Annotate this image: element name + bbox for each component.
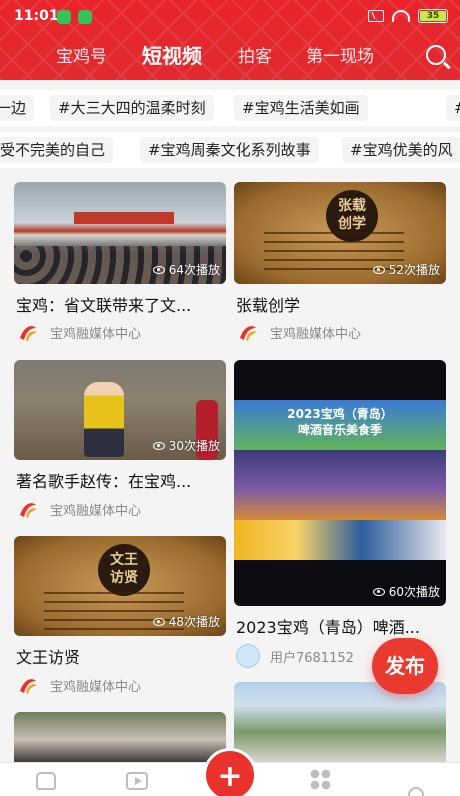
hashtag-chip[interactable]: 一边 [0, 95, 35, 121]
author-name: 宝鸡融媒体中心 [50, 326, 142, 342]
baoji-media-logo-icon [20, 503, 37, 518]
video-author[interactable]: 宝鸡融媒体中心 [16, 320, 141, 344]
thumbnail-stamp: 文王 访贤 [98, 544, 150, 596]
video-title[interactable]: 张载创学 [236, 292, 442, 316]
video-title[interactable]: 著名歌手赵传：在宝鸡... [16, 468, 222, 492]
hashtag-chip[interactable]: #大三大四的温柔时刻 [50, 95, 214, 121]
video-author[interactable]: 宝鸡融媒体中心 [236, 320, 361, 344]
battery-icon: 35 [418, 9, 448, 23]
author-name: 宝鸡融媒体中心 [50, 503, 142, 519]
play-count: 52次播放 [372, 261, 440, 278]
baoji-media-logo-icon [20, 679, 37, 694]
profile-icon[interactable] [404, 787, 424, 796]
play-count: 60次播放 [372, 583, 440, 600]
eye-icon [152, 265, 165, 274]
baoji-media-logo-icon [240, 326, 257, 341]
author-name: 宝鸡融媒体中心 [270, 326, 362, 342]
hashtag-chip[interactable]: 受不完美的自己 [0, 137, 114, 163]
publish-button[interactable]: 发布 [372, 638, 438, 694]
video-thumbnail[interactable]: 2023宝鸡（青岛） 啤酒音乐美食季 60次播放 [234, 360, 446, 606]
video-thumbnail[interactable]: 张载 创学 52次播放 [234, 182, 446, 284]
hashtag-row: 受不完美的自己 #宝鸡周秦文化系列故事 #宝鸡优美的风 [0, 132, 460, 168]
baoji-media-logo-icon [20, 326, 37, 341]
play-count: 48次播放 [152, 613, 220, 630]
video-card[interactable] [234, 682, 446, 762]
video-card[interactable]: 2023宝鸡（青岛） 啤酒音乐美食季 60次播放 2023宝鸡（青岛）啤酒... … [234, 360, 446, 670]
video-card[interactable] [14, 712, 226, 762]
hashtag-chip[interactable]: #宝鸡周秦文化系列故事 [140, 137, 319, 163]
video-title[interactable]: 宝鸡：省文联带来了文... [16, 292, 222, 316]
video-thumbnail[interactable]: 文王 访贤 48次播放 [14, 536, 226, 636]
play-count: 64次播放 [152, 261, 220, 278]
battery-level: 35 [420, 11, 446, 21]
search-icon[interactable] [426, 45, 446, 65]
app-header: 11:01 35 宝鸡号 短视频 拍客 第一现场 [0, 0, 460, 80]
user-avatar-icon [236, 644, 260, 668]
tab-baoji-hao[interactable]: 宝鸡号 [56, 42, 107, 67]
video-icon[interactable] [126, 772, 148, 790]
home-icon[interactable] [36, 772, 56, 790]
video-author[interactable]: 用户7681152 [236, 644, 354, 668]
notification-app-icon [57, 10, 71, 24]
eye-icon [372, 265, 385, 274]
status-time: 11:01 [14, 8, 59, 24]
eye-icon [152, 617, 165, 626]
notification-app-icon [78, 10, 92, 24]
video-thumbnail[interactable]: 30次播放 [14, 360, 226, 460]
services-icon[interactable] [310, 769, 332, 791]
tab-first-scene[interactable]: 第一现场 [306, 42, 374, 67]
video-author[interactable]: 宝鸡融媒体中心 [16, 673, 141, 697]
wifi-icon [392, 10, 410, 22]
hashtag-row: 一边 #大三大四的温柔时刻 #宝鸡生活美如画 # [0, 90, 460, 126]
video-title[interactable]: 文王访贤 [16, 644, 222, 668]
tab-short-video[interactable]: 短视频 [142, 40, 202, 69]
sim-icon [368, 10, 384, 22]
video-card[interactable]: 文王 访贤 48次播放 文王访贤 宝鸡融媒体中心 [14, 536, 226, 702]
status-bar: 11:01 35 [0, 0, 460, 34]
thumbnail-singer [84, 382, 124, 457]
video-thumbnail[interactable]: 64次播放 [14, 182, 226, 284]
video-card[interactable]: 张载 创学 52次播放 张载创学 宝鸡融媒体中心 [234, 182, 446, 350]
add-button[interactable]: + [203, 748, 257, 796]
thumbnail-banner [74, 212, 174, 224]
video-card[interactable]: 64次播放 宝鸡：省文联带来了文... 宝鸡融媒体中心 [14, 182, 226, 350]
tab-reporter[interactable]: 拍客 [238, 42, 272, 67]
eye-icon [372, 587, 385, 596]
eye-icon [152, 441, 165, 450]
poster-beer [234, 520, 446, 560]
hashtag-chip[interactable]: # [446, 95, 460, 121]
poster-court [234, 450, 446, 520]
video-card[interactable]: 30次播放 著名歌手赵传：在宝鸡... 宝鸡融媒体中心 [14, 360, 226, 526]
author-name: 用户7681152 [270, 650, 354, 666]
top-tabs: 宝鸡号 短视频 拍客 第一现场 [0, 42, 460, 74]
author-name: 宝鸡融媒体中心 [50, 679, 142, 695]
poster-title: 2023宝鸡（青岛） 啤酒音乐美食季 [287, 407, 393, 437]
hashtag-chip[interactable]: #宝鸡优美的风 [342, 137, 460, 163]
video-author[interactable]: 宝鸡融媒体中心 [16, 497, 141, 521]
hashtag-chip[interactable]: #宝鸡生活美如画 [234, 95, 368, 121]
video-title[interactable]: 2023宝鸡（青岛）啤酒... [236, 614, 442, 638]
video-thumbnail[interactable] [14, 712, 226, 762]
play-count: 30次播放 [152, 437, 220, 454]
video-thumbnail[interactable] [234, 682, 446, 762]
